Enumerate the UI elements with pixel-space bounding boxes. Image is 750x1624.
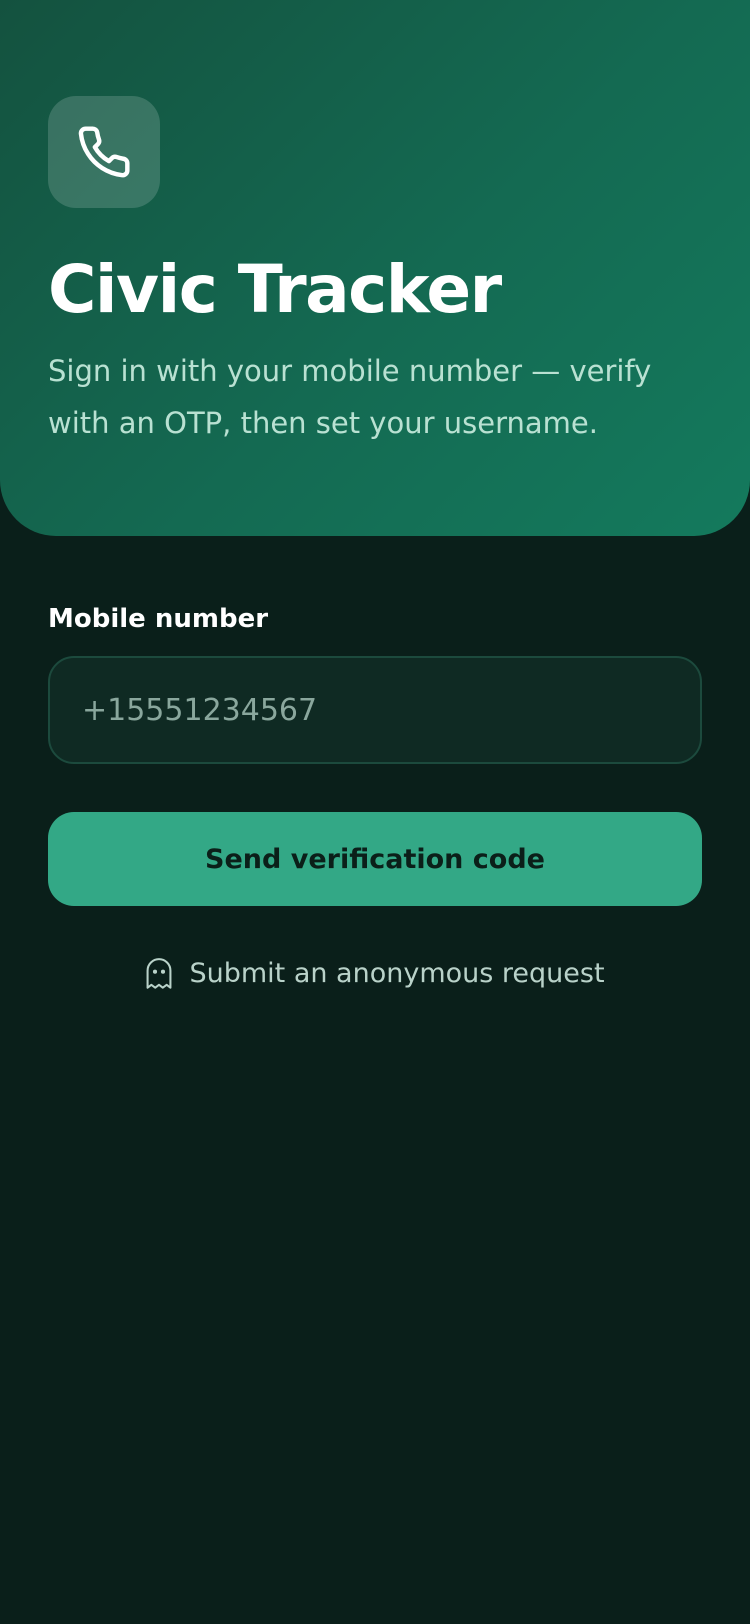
send-verification-code-button[interactable]: Send verification code: [48, 812, 702, 906]
app-icon-tile: [48, 96, 160, 208]
mobile-number-label: Mobile number: [48, 604, 269, 634]
app-title: Civic Tracker: [48, 251, 502, 328]
login-screen: Civic Tracker Sign in with your mobile n…: [0, 0, 750, 1624]
phone-icon: [76, 124, 132, 180]
anonymous-request-link[interactable]: Submit an anonymous request: [0, 950, 750, 998]
hero-header: Civic Tracker Sign in with your mobile n…: [0, 0, 750, 536]
app-subtitle: Sign in with your mobile number — verify…: [48, 354, 652, 440]
mobile-number-input[interactable]: [48, 656, 702, 764]
anonymous-request-label: Submit an anonymous request: [189, 958, 605, 989]
ghost-icon: [145, 958, 173, 990]
